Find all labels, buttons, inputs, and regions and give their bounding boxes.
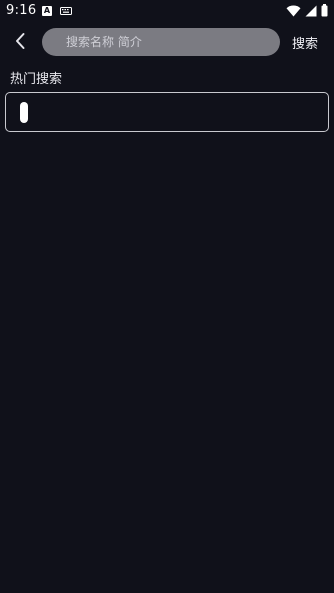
search-button[interactable]: 搜索 [292,33,318,52]
hot-search-list [5,92,329,132]
hot-search-tag[interactable] [20,102,28,123]
battery-icon [321,4,328,17]
app-a-icon: A [42,6,52,16]
status-notification-icons: A [42,6,72,16]
hot-search-title: 热门搜索 [10,72,63,87]
back-button[interactable] [8,30,32,56]
search-field[interactable] [42,28,280,56]
status-time: 9:16 [6,3,37,18]
search-input[interactable] [64,34,280,50]
keyboard-icon [60,7,72,15]
wifi-icon [286,5,301,17]
status-system-icons [286,4,328,17]
chevron-left-icon [14,32,26,54]
signal-icon [305,5,317,17]
top-bar: 搜索 [0,28,334,58]
status-bar: 9:16 A [0,0,334,24]
